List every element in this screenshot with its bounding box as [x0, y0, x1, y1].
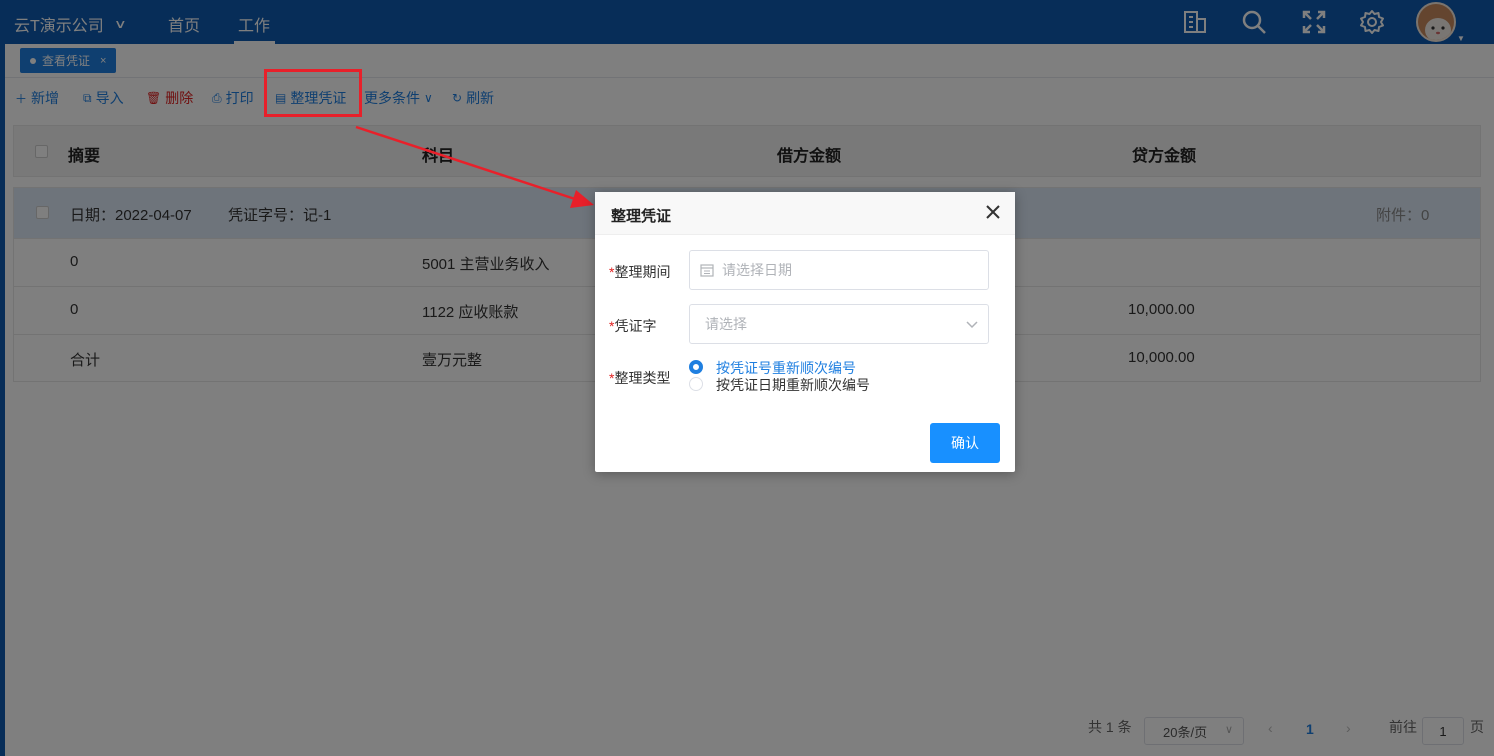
- type-label-text: 整理类型: [614, 370, 671, 386]
- calendar-icon: [700, 264, 714, 277]
- voucher-word-select[interactable]: 请选择: [689, 304, 989, 344]
- dialog-header: 整理凭证: [595, 192, 1015, 235]
- confirm-button[interactable]: 确认: [930, 423, 1000, 463]
- word-placeholder: 请选择: [705, 316, 747, 332]
- chevron-down-icon: [966, 321, 978, 329]
- period-label: *整理期间: [609, 262, 670, 282]
- radio-by-number[interactable]: [689, 360, 703, 374]
- annotation-highlight-box: [264, 69, 362, 117]
- dialog-title: 整理凭证: [611, 208, 672, 225]
- organize-voucher-dialog: 整理凭证 *整理期间 请选择日期 *凭证字 请选择 *整理类型 按凭证号重新顺次…: [595, 192, 1015, 472]
- period-placeholder: 请选择日期: [722, 262, 792, 278]
- period-label-text: 整理期间: [614, 264, 671, 280]
- word-label-text: 凭证字: [614, 318, 657, 334]
- radio-by-date[interactable]: [689, 377, 703, 391]
- period-date-input[interactable]: 请选择日期: [689, 250, 989, 290]
- close-icon[interactable]: [983, 202, 1003, 222]
- word-label: *凭证字: [609, 316, 656, 336]
- radio-by-date-label[interactable]: 按凭证日期重新顺次编号: [716, 375, 870, 395]
- type-label: *整理类型: [609, 368, 670, 388]
